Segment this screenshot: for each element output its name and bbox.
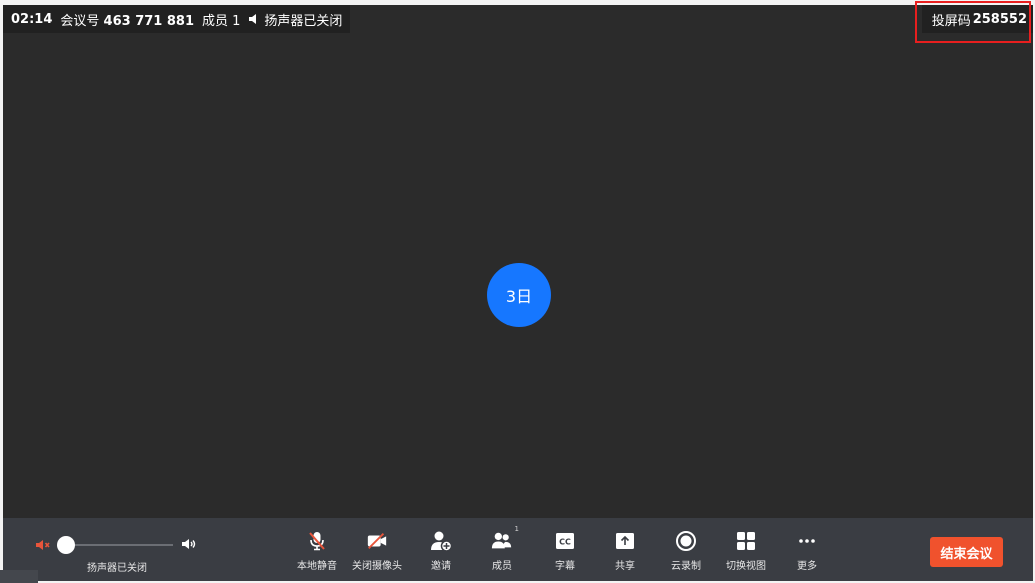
share-button[interactable]: 共享 <box>598 530 652 576</box>
switch-view-button-label: 切换视图 <box>726 561 766 572</box>
meeting-id: 463 771 881 <box>103 13 195 29</box>
participant-avatar: 3日 <box>487 263 551 327</box>
camera-button-label: 关闭摄像头 <box>352 561 402 572</box>
mic-off-icon <box>306 530 328 552</box>
share-button-label: 共享 <box>615 561 635 572</box>
captions-button-label: 字幕 <box>555 561 575 572</box>
meeting-timer: 02:14 <box>11 11 53 27</box>
grid-view-icon <box>735 530 757 552</box>
members-button-label: 成员 <box>492 561 512 572</box>
captions-button[interactable]: CC 字幕 <box>538 530 592 576</box>
screen-code: 258552 <box>972 11 1027 27</box>
meeting-id-label: 会议号 <box>60 13 100 29</box>
captions-icon: CC <box>554 530 576 552</box>
mute-button[interactable]: 本地静音 <box>290 530 344 576</box>
svg-text:CC: CC <box>559 538 571 547</box>
speaker-volume-icon[interactable] <box>181 537 197 551</box>
switch-view-button[interactable]: 切换视图 <box>719 530 773 576</box>
members-badge: 1 <box>514 525 519 533</box>
volume-status-label: 扬声器已关闭 <box>87 563 147 574</box>
cloud-record-button-label: 云录制 <box>671 561 701 572</box>
more-icon <box>796 530 818 552</box>
more-button[interactable]: 更多 <box>780 530 834 576</box>
volume-slider-track[interactable] <box>65 544 173 546</box>
share-icon <box>614 530 636 552</box>
speaker-icon <box>249 14 257 24</box>
screen-code-bar: 投屏码 258552 <box>921 5 1033 33</box>
record-icon <box>675 530 697 552</box>
speaker-status-text: 扬声器已关闭 <box>264 13 343 29</box>
meeting-window: 02:14 会议号 463 771 881 成员 1 扬声器已关闭 投屏码 25… <box>3 5 1033 581</box>
invite-button-label: 邀请 <box>431 561 451 572</box>
camera-off-icon <box>366 530 388 552</box>
more-button-label: 更多 <box>797 561 817 572</box>
screen-code-label: 投屏码 <box>931 13 971 29</box>
volume-control: 扬声器已关闭 <box>35 536 235 576</box>
members-icon: 1 <box>491 525 519 552</box>
cloud-record-button[interactable]: 云录制 <box>659 530 713 576</box>
volume-slider-knob[interactable] <box>57 536 75 554</box>
members-count[interactable]: 成员 1 <box>202 10 240 29</box>
members-button[interactable]: 1 成员 <box>475 525 529 576</box>
speaker-muted-icon[interactable] <box>35 538 51 552</box>
speaker-status: 扬声器已关闭 <box>248 10 342 29</box>
corner-chip <box>0 570 38 583</box>
meeting-id-group[interactable]: 会议号 463 771 881 <box>60 10 194 29</box>
invite-icon <box>430 530 452 552</box>
meeting-info-bar: 02:14 会议号 463 771 881 成员 1 扬声器已关闭 <box>3 5 351 33</box>
camera-button[interactable]: 关闭摄像头 <box>350 530 404 576</box>
end-meeting-button[interactable]: 结束会议 <box>930 537 1003 567</box>
mute-button-label: 本地静音 <box>297 561 337 572</box>
participant-avatar-text: 3日 <box>505 287 533 306</box>
invite-button[interactable]: 邀请 <box>414 530 468 576</box>
meeting-toolbar: 扬声器已关闭 本地静音 关闭摄像头 邀请 1 成员 CC 字幕 共享 云录制 切… <box>3 518 1033 581</box>
